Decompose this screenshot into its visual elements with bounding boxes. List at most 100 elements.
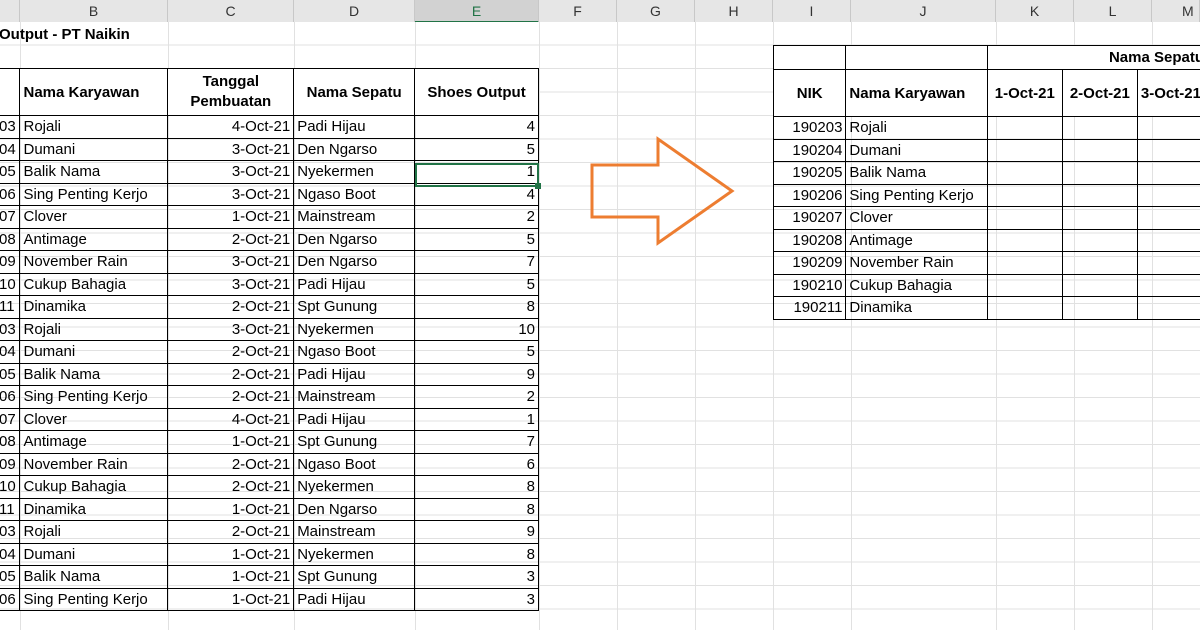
cell-empty[interactable] xyxy=(1136,296,1200,320)
column-header-i[interactable]: I xyxy=(773,0,851,22)
cell-nama-karyawan[interactable]: Cukup Bahagia xyxy=(19,475,169,499)
cell-nama-karyawan[interactable]: Balik Nama xyxy=(19,160,169,184)
cell-nama-sepatu[interactable]: Nyekermen xyxy=(293,542,416,566)
cell-shoes-output[interactable]: 1 xyxy=(414,407,539,431)
table-header-nama-sepatu[interactable]: Nama Sepatu xyxy=(293,68,416,116)
table-header-nik-partial[interactable] xyxy=(0,68,21,116)
cell-nama-karyawan[interactable]: Rojali xyxy=(19,520,169,544)
cell-nama-karyawan[interactable]: Antimage xyxy=(19,430,169,454)
cell-nik[interactable]: 190207 xyxy=(772,206,847,230)
cell-nama-karyawan[interactable]: Balik Nama xyxy=(19,565,169,589)
cell-nik[interactable]: 07 xyxy=(0,407,21,431)
cell-empty[interactable] xyxy=(1061,116,1138,140)
cell-empty[interactable] xyxy=(1136,251,1200,275)
cell-nik[interactable]: 05 xyxy=(0,362,21,386)
cell-nama-karyawan[interactable]: Rojali xyxy=(19,115,169,139)
cell-nama-sepatu[interactable]: Spt Gunung xyxy=(293,430,416,454)
table-header-nama-karyawan[interactable]: Nama Karyawan xyxy=(19,68,169,116)
cell-shoes-output[interactable]: 9 xyxy=(414,362,539,386)
cell-shoes-output[interactable]: 7 xyxy=(414,250,539,274)
cell-tanggal[interactable]: 1-Oct-21 xyxy=(167,565,295,589)
cell-nama-sepatu[interactable]: Mainstream xyxy=(293,520,416,544)
cell-empty[interactable] xyxy=(1061,228,1138,252)
cell-nik[interactable]: 04 xyxy=(0,340,21,364)
column-header-m[interactable]: M xyxy=(1152,0,1200,22)
cell-shoes-output[interactable]: 10 xyxy=(414,317,539,341)
cell-nama-sepatu[interactable]: Nyekermen xyxy=(293,317,416,341)
column-header-e[interactable]: E xyxy=(415,0,539,23)
cell-empty[interactable] xyxy=(1061,161,1138,185)
cell-tanggal[interactable]: 3-Oct-21 xyxy=(167,272,295,296)
cell-nama-karyawan[interactable]: Cukup Bahagia xyxy=(19,272,169,296)
cell-nama-sepatu[interactable]: Padi Hijau xyxy=(293,362,416,386)
cell-nama-karyawan[interactable]: Clover xyxy=(845,206,988,230)
summary-header-nama-sepatu[interactable]: Nama Sepatu xyxy=(986,45,1200,70)
table-header-shoes-output[interactable]: Shoes Output xyxy=(414,68,539,116)
cell-nama-karyawan[interactable]: November Rain xyxy=(845,251,988,275)
cell-nama-karyawan[interactable]: Antimage xyxy=(845,228,988,252)
cell-empty[interactable] xyxy=(1136,273,1200,297)
cell-tanggal[interactable]: 3-Oct-21 xyxy=(167,250,295,274)
cell-empty[interactable] xyxy=(986,116,1063,140)
cell-nama-karyawan[interactable]: Cukup Bahagia xyxy=(845,273,988,297)
cell-nama-karyawan[interactable]: Sing Penting Kerjo xyxy=(845,183,988,207)
cell-tanggal[interactable]: 2-Oct-21 xyxy=(167,520,295,544)
cell-nama-karyawan[interactable]: Rojali xyxy=(19,317,169,341)
summary-header-blank-1[interactable] xyxy=(772,45,847,70)
cell-nama-karyawan[interactable]: Clover xyxy=(19,205,169,229)
cell-empty[interactable] xyxy=(986,161,1063,185)
cell-empty[interactable] xyxy=(1061,251,1138,275)
cell-nama-sepatu[interactable]: Padi Hijau xyxy=(293,587,416,611)
cell-nama-sepatu[interactable]: Padi Hijau xyxy=(293,115,416,139)
cell-nama-sepatu[interactable]: Den Ngarso xyxy=(293,250,416,274)
cell-nik[interactable]: 190208 xyxy=(772,228,847,252)
cell-nik[interactable]: 190206 xyxy=(772,183,847,207)
cell-empty[interactable] xyxy=(1061,138,1138,162)
cell-nama-sepatu[interactable]: Padi Hijau xyxy=(293,407,416,431)
cell-nama-sepatu[interactable]: Spt Gunung xyxy=(293,565,416,589)
cell-shoes-output[interactable]: 9 xyxy=(414,520,539,544)
cell-shoes-output[interactable]: 3 xyxy=(414,587,539,611)
cell-shoes-output[interactable]: 5 xyxy=(414,137,539,161)
cell-nama-karyawan[interactable]: Antimage xyxy=(19,227,169,251)
cell-tanggal[interactable]: 2-Oct-21 xyxy=(167,340,295,364)
cell-tanggal[interactable]: 2-Oct-21 xyxy=(167,227,295,251)
cell-tanggal[interactable]: 3-Oct-21 xyxy=(167,317,295,341)
cell-nik[interactable]: 190204 xyxy=(772,138,847,162)
cell-nama-sepatu[interactable]: Ngaso Boot xyxy=(293,340,416,364)
cell-shoes-output[interactable]: 3 xyxy=(414,565,539,589)
column-header-d[interactable]: D xyxy=(294,0,415,22)
cell-tanggal[interactable]: 2-Oct-21 xyxy=(167,385,295,409)
cell-nama-sepatu[interactable]: Spt Gunung xyxy=(293,295,416,319)
summary-header-2-oct[interactable]: 2-Oct-21 xyxy=(1061,69,1138,117)
cell-tanggal[interactable]: 4-Oct-21 xyxy=(167,407,295,431)
cell-nama-karyawan[interactable]: November Rain xyxy=(19,250,169,274)
cell-nik[interactable]: 06 xyxy=(0,182,21,206)
cell-nik[interactable]: 190210 xyxy=(772,273,847,297)
cell-nama-sepatu[interactable]: Den Ngarso xyxy=(293,497,416,521)
cell-empty[interactable] xyxy=(986,228,1063,252)
cell-nik[interactable]: 190203 xyxy=(772,116,847,140)
cell-nama-sepatu[interactable]: Den Ngarso xyxy=(293,137,416,161)
cell-empty[interactable] xyxy=(1061,206,1138,230)
cell-nik[interactable]: 10 xyxy=(0,272,21,296)
cell-nama-sepatu[interactable]: Ngaso Boot xyxy=(293,452,416,476)
cell-shoes-output[interactable]: 5 xyxy=(414,272,539,296)
cell-nama-karyawan[interactable]: Rojali xyxy=(845,116,988,140)
cell-nik[interactable]: 09 xyxy=(0,250,21,274)
cell-shoes-output[interactable]: 8 xyxy=(414,295,539,319)
cell-tanggal[interactable]: 1-Oct-21 xyxy=(167,587,295,611)
cell-empty[interactable] xyxy=(1136,228,1200,252)
cell-nama-sepatu[interactable]: Den Ngarso xyxy=(293,227,416,251)
cell-nik[interactable]: 05 xyxy=(0,160,21,184)
cell-shoes-output[interactable]: 7 xyxy=(414,430,539,454)
cell-shoes-output[interactable]: 2 xyxy=(414,205,539,229)
cell-nama-karyawan[interactable]: Dumani xyxy=(19,340,169,364)
cell-tanggal[interactable]: 2-Oct-21 xyxy=(167,475,295,499)
summary-header-nama-karyawan[interactable]: Nama Karyawan xyxy=(845,69,988,117)
cell-nama-karyawan[interactable]: Clover xyxy=(19,407,169,431)
cell-empty[interactable] xyxy=(1061,296,1138,320)
cell-nama-sepatu[interactable]: Nyekermen xyxy=(293,160,416,184)
selected-cell[interactable] xyxy=(415,163,539,187)
cell-nama-karyawan[interactable]: Dinamika xyxy=(19,497,169,521)
